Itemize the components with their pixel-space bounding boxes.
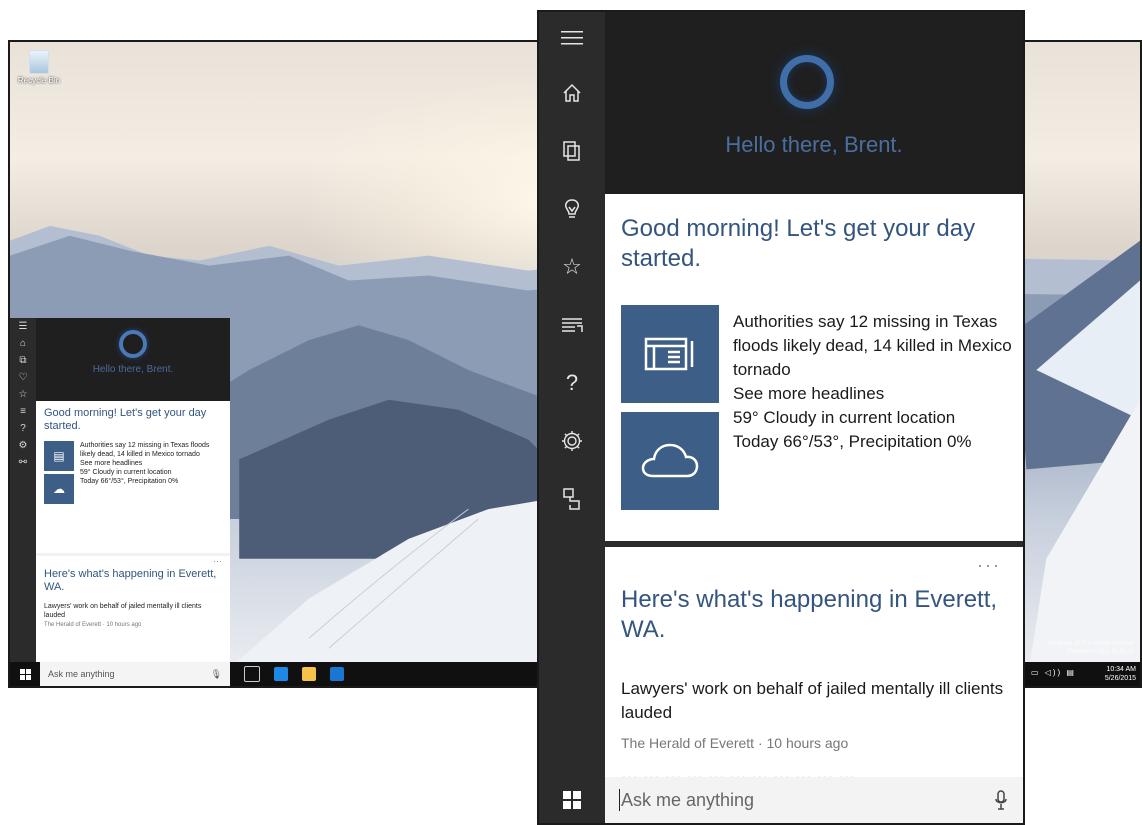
- local-card-title: Here's what's happening in Everett, WA.: [621, 586, 998, 643]
- watermark-line2: Evaluation copy. Build 10: [1067, 649, 1134, 655]
- task-view-icon[interactable]: [244, 666, 260, 682]
- clock-time[interactable]: 10:34 AM: [1105, 665, 1136, 674]
- local-headline[interactable]: Lawyers' work on behalf of jailed mental…: [621, 677, 1016, 725]
- cortana-nav-rail: ☆ ?: [539, 12, 605, 823]
- small-news-link[interactable]: See more headlines: [80, 459, 222, 468]
- taskbar-search-placeholder: Ask me anything: [48, 669, 115, 679]
- news-headline[interactable]: Authorities say 12 missing in Texas floo…: [733, 310, 1013, 382]
- windows-logo-icon: [19, 668, 31, 680]
- search-placeholder: Ask me anything: [621, 789, 755, 810]
- small-news-headline: Authorities say 12 missing in Texas floo…: [80, 442, 210, 458]
- help-icon[interactable]: ?: [10, 420, 36, 437]
- cortana-panel: ☆ ? Hello there, Brent. Good morning! Le…: [537, 10, 1025, 825]
- start-button-large[interactable]: [539, 777, 605, 823]
- store-icon[interactable]: [330, 667, 344, 681]
- notebook-icon[interactable]: [539, 122, 605, 180]
- small-day-card-title: Good morning! Let's get your day started…: [44, 407, 207, 432]
- cloud-icon[interactable]: [621, 412, 719, 510]
- small-greeting: Hello there, Brent.: [92, 364, 174, 375]
- small-local-headline[interactable]: Lawyers' work on behalf of jailed mental…: [44, 602, 222, 620]
- recycle-bin-label: Recycle Bin: [17, 76, 61, 85]
- start-button[interactable]: [10, 662, 40, 686]
- day-card-text: Authorities say 12 missing in Texas floo…: [733, 310, 1013, 454]
- weather-current[interactable]: 59° Cloudy in current location: [733, 406, 1013, 430]
- cortana-panel-small: ☰ ⌂ ⧉ ♡ ☆ ≡ ? ⚙ ⚯ Hello there, Brent. Go…: [10, 318, 230, 666]
- windows-logo-icon: [563, 791, 581, 809]
- menu-icon[interactable]: [539, 12, 605, 64]
- small-day-card: Good morning! Let's get your day started…: [36, 401, 230, 553]
- small-news-row[interactable]: ▤ ☁ Authorities say 12 missing in Texas …: [44, 441, 222, 504]
- lightbulb-icon[interactable]: [539, 180, 605, 238]
- weather-today[interactable]: Today 66°/53°, Precipitation 0%: [733, 430, 1013, 454]
- local-headline-source: The Herald of Everett · 10 hours ago: [621, 735, 849, 751]
- feedback-icon[interactable]: [539, 470, 605, 528]
- small-local-source: The Herald of Everett · 10 hours ago: [44, 622, 142, 628]
- see-more-headlines-link[interactable]: See more headlines: [733, 382, 1013, 406]
- lightbulb-icon[interactable]: ♡: [10, 369, 36, 386]
- browser-icon[interactable]: [274, 667, 288, 681]
- small-day-card-text: Authorities say 12 missing in Texas floo…: [80, 441, 222, 504]
- star-icon[interactable]: ☆: [539, 238, 605, 296]
- text-caret: [619, 789, 620, 811]
- cortana-search-box[interactable]: Ask me anything: [605, 777, 1023, 823]
- small-tiles: ▤ ☁: [44, 441, 80, 504]
- microphone-icon[interactable]: [993, 788, 1009, 812]
- small-nav-rail: ☰ ⌂ ⧉ ♡ ☆ ≡ ? ⚙ ⚯: [10, 318, 36, 666]
- local-news-card: ··· Here's what's happening in Everett, …: [605, 547, 1023, 781]
- cortana-ring-icon: [780, 55, 834, 109]
- small-cortana-header: Hello there, Brent.: [36, 318, 230, 401]
- news-icon[interactable]: ≡: [10, 403, 36, 420]
- cortana-ring-icon: [119, 330, 147, 358]
- newspaper-icon: ▤: [44, 441, 74, 471]
- day-card-title: Good morning! Let's get your day started…: [621, 215, 976, 272]
- small-more-icon[interactable]: ···: [213, 556, 222, 566]
- more-options-icon[interactable]: ···: [977, 555, 1001, 576]
- menu-icon[interactable]: ☰: [10, 318, 36, 335]
- newspaper-icon[interactable]: [621, 305, 719, 403]
- cortana-content: Hello there, Brent. Good morning! Let's …: [605, 12, 1023, 823]
- cloud-icon: ☁: [44, 474, 74, 504]
- small-local-card: ··· Here's what's happening in Everett, …: [36, 556, 230, 666]
- news-icon[interactable]: [539, 296, 605, 354]
- notebook-icon[interactable]: ⧉: [10, 352, 36, 369]
- small-cortana-content: Hello there, Brent. Good morning! Let's …: [36, 318, 230, 666]
- system-tray: ▴ ☁ ▭ ◁)) ▤ 10:34 AM 5/26/2015: [1006, 665, 1136, 683]
- build-watermark: Windows 10 Pro Insider Preview Evaluatio…: [1048, 640, 1134, 656]
- watermark-line1: Windows 10 Pro Insider Preview: [1047, 641, 1134, 647]
- day-started-card: Good morning! Let's get your day started…: [605, 194, 1023, 541]
- greeting-text: Hello there, Brent.: [725, 132, 903, 157]
- taskbar-search-box[interactable]: Ask me anything 🎙: [40, 662, 230, 686]
- star-icon[interactable]: ☆: [10, 386, 36, 403]
- settings-icon[interactable]: [539, 412, 605, 470]
- home-icon[interactable]: ⌂: [10, 335, 36, 352]
- small-local-title: Here's what's happening in Everett, WA.: [44, 568, 217, 593]
- clock-date[interactable]: 5/26/2015: [1105, 674, 1136, 683]
- help-icon[interactable]: ?: [539, 354, 605, 412]
- recycle-bin-graphic: [29, 50, 49, 74]
- settings-icon[interactable]: ⚙: [10, 437, 36, 454]
- feedback-icon[interactable]: ⚯: [10, 454, 36, 471]
- small-weather-today: Today 66°/53°, Precipitation 0%: [80, 478, 179, 485]
- small-weather-current: 59° Cloudy in current location: [80, 469, 172, 476]
- cortana-header: Hello there, Brent.: [605, 12, 1023, 194]
- file-explorer-icon[interactable]: [302, 667, 316, 681]
- microphone-icon[interactable]: 🎙: [211, 669, 222, 680]
- home-icon[interactable]: [539, 64, 605, 122]
- recycle-bin-icon[interactable]: Recycle Bin: [16, 50, 62, 85]
